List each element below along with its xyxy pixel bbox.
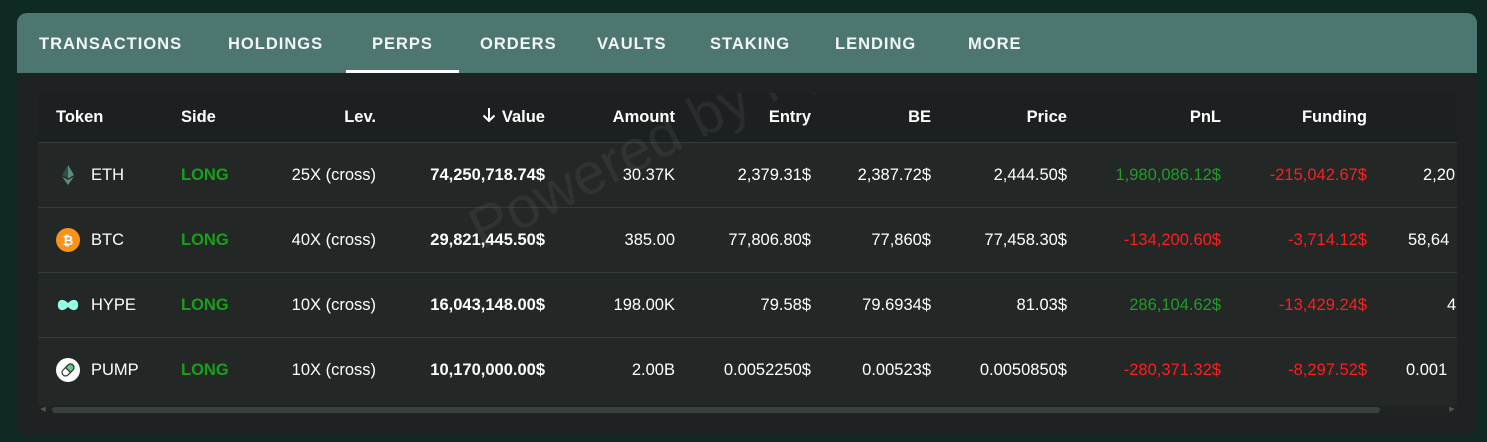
- funding-cell: -8,297.52$: [1288, 360, 1367, 379]
- amount-cell: 2.00B: [631, 360, 675, 379]
- amount-cell: 385.00: [624, 230, 675, 249]
- extra-cell: 4: [1447, 295, 1457, 314]
- header-value-label: Value: [501, 108, 545, 126]
- tab-transactions[interactable]: TRANSACTIONS: [39, 13, 182, 73]
- hype-icon: [56, 293, 80, 317]
- extra-cell: 0.001: [1406, 360, 1448, 379]
- price-cell: 0.0050850$: [979, 360, 1067, 379]
- scroll-right-icon[interactable]: ▶: [1447, 405, 1457, 415]
- header-lev[interactable]: Lev.: [276, 93, 376, 142]
- extra-cell: 2,20: [1423, 165, 1456, 184]
- table-row[interactable]: ₿ BTC LONG 40X (cross) 29,821,445.50$ 38…: [38, 207, 1457, 272]
- scroll-left-icon[interactable]: ◀: [38, 405, 48, 415]
- entry-cell: 79.58$: [760, 295, 811, 314]
- table-row[interactable]: PUMP LONG 10X (cross) 10,170,000.00$ 2.0…: [38, 337, 1457, 402]
- tab-bar: TRANSACTIONS HOLDINGS PERPS ORDERS VAULT…: [17, 13, 1477, 73]
- scroll-thumb[interactable]: [52, 407, 1380, 413]
- be-cell: 0.00523$: [862, 360, 931, 379]
- lev-cell: 10X (cross): [291, 360, 376, 379]
- arrow-down-icon: [482, 107, 496, 128]
- header-token[interactable]: Token: [56, 93, 103, 142]
- eth-icon: [56, 163, 80, 187]
- price-cell: 2,444.50$: [993, 165, 1067, 184]
- value-cell: 16,043,148.00$: [430, 295, 545, 314]
- be-cell: 79.6934$: [862, 295, 931, 314]
- extra-cell: 58,64: [1408, 230, 1450, 249]
- entry-cell: 0.0052250$: [723, 360, 811, 379]
- side-cell: LONG: [181, 165, 229, 184]
- token-name: PUMP: [91, 360, 139, 379]
- tab-orders[interactable]: ORDERS: [480, 13, 557, 73]
- value-cell: 29,821,445.50$: [430, 230, 545, 249]
- token-name: ETH: [91, 165, 124, 184]
- tab-more[interactable]: MORE: [968, 13, 1022, 73]
- header-funding[interactable]: Funding: [1267, 93, 1367, 142]
- side-cell: LONG: [181, 295, 229, 314]
- be-cell: 2,387.72$: [857, 165, 931, 184]
- token-cell: HYPE: [56, 273, 136, 337]
- perps-panel: TRANSACTIONS HOLDINGS PERPS ORDERS VAULT…: [17, 13, 1477, 436]
- lev-cell: 40X (cross): [291, 230, 376, 249]
- btc-icon: ₿: [56, 228, 80, 252]
- side-cell: LONG: [181, 360, 229, 379]
- pnl-cell: 1,980,086.12$: [1115, 165, 1221, 184]
- header-amount[interactable]: Amount: [575, 93, 675, 142]
- token-cell: ₿ BTC: [56, 208, 124, 272]
- tab-vaults[interactable]: VAULTS: [597, 13, 667, 73]
- tab-staking[interactable]: STAKING: [710, 13, 790, 73]
- funding-cell: -215,042.67$: [1269, 165, 1367, 184]
- table-row[interactable]: ETH LONG 25X (cross) 74,250,718.74$ 30.3…: [38, 142, 1457, 207]
- lev-cell: 25X (cross): [291, 165, 376, 184]
- header-side[interactable]: Side: [181, 93, 216, 142]
- entry-cell: 77,806.80$: [728, 230, 811, 249]
- token-cell: PUMP: [56, 338, 139, 402]
- token-cell: ETH: [56, 143, 124, 207]
- tab-perps[interactable]: PERPS: [346, 13, 459, 73]
- positions-table: Token Side Lev. Value Amount Entry BE Pr…: [38, 93, 1457, 415]
- horizontal-scrollbar[interactable]: ◀ ▶: [38, 405, 1457, 415]
- header-entry[interactable]: Entry: [711, 93, 811, 142]
- price-cell: 77,458.30$: [984, 230, 1067, 249]
- side-cell: LONG: [181, 230, 229, 249]
- pump-icon: [56, 358, 80, 382]
- funding-cell: -3,714.12$: [1288, 230, 1367, 249]
- pnl-cell: 286,104.62$: [1129, 295, 1221, 314]
- header-be[interactable]: BE: [831, 93, 931, 142]
- value-cell: 74,250,718.74$: [430, 165, 545, 184]
- tab-lending[interactable]: LENDING: [835, 13, 916, 73]
- table-header: Token Side Lev. Value Amount Entry BE Pr…: [38, 93, 1457, 142]
- table-row[interactable]: HYPE LONG 10X (cross) 16,043,148.00$ 198…: [38, 272, 1457, 337]
- entry-cell: 2,379.31$: [737, 165, 811, 184]
- lev-cell: 10X (cross): [291, 295, 376, 314]
- token-name: HYPE: [91, 295, 136, 314]
- amount-cell: 30.37K: [622, 165, 675, 184]
- header-price[interactable]: Price: [967, 93, 1067, 142]
- token-name: BTC: [91, 230, 124, 249]
- funding-cell: -13,429.24$: [1278, 295, 1367, 314]
- tab-holdings[interactable]: HOLDINGS: [228, 13, 323, 73]
- value-cell: 10,170,000.00$: [430, 360, 545, 379]
- pnl-cell: -280,371.32$: [1123, 360, 1221, 379]
- amount-cell: 198.00K: [613, 295, 675, 314]
- header-pnl[interactable]: PnL: [1121, 93, 1221, 142]
- pnl-cell: -134,200.60$: [1123, 230, 1221, 249]
- price-cell: 81.03$: [1016, 295, 1067, 314]
- be-cell: 77,860$: [871, 230, 931, 249]
- header-value[interactable]: Value: [426, 93, 545, 142]
